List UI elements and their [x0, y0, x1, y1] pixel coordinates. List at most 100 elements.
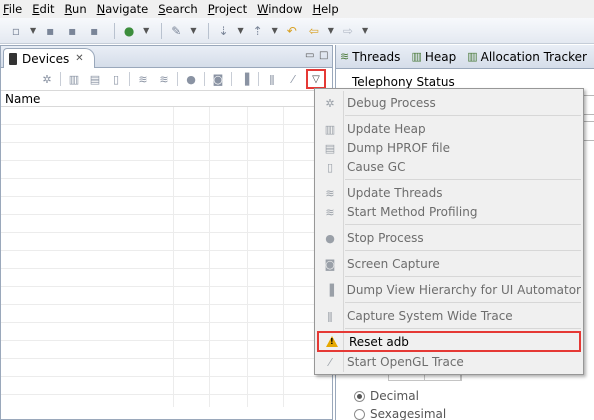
menu-separator — [345, 276, 581, 277]
print-icon[interactable]: ▪ — [86, 23, 102, 39]
close-icon[interactable]: ✕ — [75, 53, 83, 64]
update-threads-icon[interactable]: ≋ — [135, 71, 151, 87]
radio-decimal[interactable]: Decimal — [354, 389, 419, 403]
column-divider — [247, 107, 248, 407]
maximize-icon[interactable]: □ — [319, 50, 328, 61]
menu-navigate[interactable]: Navigate — [97, 2, 149, 16]
back-dropdown-icon[interactable]: ▼ — [328, 26, 334, 35]
menu-edit[interactable]: Edit — [32, 2, 54, 16]
update-threads-icon: ≋ — [325, 186, 335, 200]
bug-icon: ✲ — [325, 96, 335, 110]
new-dropdown-icon[interactable]: ▼ — [30, 26, 36, 35]
update-heap-icon[interactable]: ▥ — [66, 71, 82, 87]
tab-devices[interactable]: Devices ✕ — [3, 48, 95, 68]
trash-icon[interactable]: ▯ — [108, 71, 124, 87]
menu-item-screen-capture[interactable]: ◙ Screen Capture — [317, 254, 581, 274]
last-edit-icon[interactable]: ↶ — [284, 23, 300, 39]
next-annotation-icon[interactable]: ⇣ — [215, 23, 231, 39]
toolbar-separator — [258, 72, 259, 86]
pen-dropdown-icon[interactable]: ▼ — [190, 26, 196, 35]
menu-item-capture-system-trace[interactable]: ǁ Capture System Wide Trace — [317, 306, 581, 326]
opengl-trace-icon[interactable]: ⁄ — [285, 71, 301, 87]
radio-button-icon — [354, 408, 365, 420]
stop-icon[interactable]: ● — [183, 71, 199, 87]
forward-dropdown-icon[interactable]: ▼ — [362, 26, 368, 35]
debug-icon[interactable]: ✲ — [39, 71, 55, 87]
menu-run[interactable]: Run — [65, 2, 87, 16]
new-icon[interactable]: ▫ — [8, 23, 24, 39]
camera-icon[interactable]: ◙ — [210, 71, 226, 87]
menu-item-dump-hprof[interactable]: ▤ Dump HPROF file — [317, 138, 581, 158]
radio-button-icon — [354, 390, 365, 402]
menu-item-debug-process[interactable]: ✲ Debug Process — [317, 93, 581, 113]
prev-annotation-icon[interactable]: ⇡ — [250, 23, 266, 39]
devices-view-menu: ✲ Debug Process ▥ Update Heap ▤ Dump HPR… — [314, 88, 584, 375]
dump-hprof-icon[interactable]: ▤ — [87, 71, 103, 87]
menu-search[interactable]: Search — [158, 2, 198, 16]
toolbar-separator — [177, 72, 178, 86]
column-divider — [209, 107, 210, 407]
menu-separator — [345, 250, 581, 251]
minimize-icon[interactable]: ▭ — [305, 50, 314, 61]
toolbar-separator — [129, 72, 130, 86]
menu-separator — [345, 179, 581, 180]
device-table[interactable] — [1, 107, 332, 407]
menu-help[interactable]: Help — [312, 2, 338, 16]
systrace-icon: ǁ — [327, 309, 333, 323]
prev-annotation-dropdown-icon[interactable]: ▼ — [272, 26, 278, 35]
menu-bar: File Edit Run Navigate Search Project Wi… — [0, 0, 594, 18]
threads-icon: ≋ — [340, 50, 350, 63]
stop-icon: ● — [325, 231, 335, 245]
menu-item-stop-process[interactable]: ● Stop Process — [317, 228, 581, 248]
column-divider — [283, 107, 284, 407]
menu-separator — [345, 115, 581, 116]
menu-file[interactable]: File — [3, 2, 22, 16]
telephony-status-label: Telephony Status — [352, 75, 455, 89]
save-icon[interactable]: ▪ — [42, 23, 58, 39]
tab-threads[interactable]: ≋ Threads — [340, 50, 400, 64]
toolbar-separator — [231, 72, 232, 86]
menu-item-update-threads[interactable]: ≋ Update Threads — [317, 183, 581, 203]
menu-separator — [345, 302, 581, 303]
phone-icon — [9, 52, 17, 65]
toolbar-separator — [161, 22, 163, 39]
method-profiling-icon[interactable]: ≋ — [156, 71, 172, 87]
method-profiling-icon: ≋ — [325, 205, 335, 219]
systrace-icon[interactable]: ǁ — [264, 71, 280, 87]
menu-window[interactable]: Window — [257, 2, 302, 16]
forward-icon[interactable]: ⇨ — [340, 23, 356, 39]
toolbar-separator — [114, 22, 116, 39]
menu-project[interactable]: Project — [208, 2, 247, 16]
menu-separator — [345, 224, 581, 225]
view-hierarchy-icon[interactable]: ▐ — [237, 71, 253, 87]
menu-item-reset-adb[interactable]: Reset adb — [317, 331, 581, 352]
trash-icon: ▯ — [326, 160, 334, 174]
warning-icon — [319, 336, 345, 347]
menu-item-cause-gc[interactable]: ▯ Cause GC — [317, 157, 581, 177]
view-menu-icon[interactable]: ▽ — [306, 69, 326, 89]
run-dropdown-icon[interactable]: ▼ — [143, 26, 149, 35]
run-icon[interactable]: ● — [121, 23, 137, 39]
radio-decimal-label: Decimal — [370, 389, 419, 403]
toolbar-separator — [204, 72, 205, 86]
tab-allocation-tracker[interactable]: ▥ Allocation Tracker — [467, 50, 587, 64]
save-all-icon[interactable]: ▪ — [64, 23, 80, 39]
radio-sexagesimal[interactable]: Sexagesimal — [354, 407, 446, 420]
menu-item-start-opengl-trace[interactable]: ⁄ Start OpenGL Trace — [317, 352, 581, 372]
column-divider — [173, 107, 174, 407]
menu-item-start-method-profiling[interactable]: ≋ Start Method Profiling — [317, 202, 581, 222]
pen-icon[interactable]: ✎ — [168, 23, 184, 39]
toolbar-separator — [60, 72, 61, 86]
back-icon[interactable]: ⇦ — [306, 23, 322, 39]
next-annotation-dropdown-icon[interactable]: ▼ — [237, 26, 243, 35]
toolbar-separator — [208, 22, 210, 39]
column-header-name[interactable]: Name — [1, 90, 332, 107]
update-heap-icon: ▥ — [324, 122, 336, 136]
tab-devices-label: Devices — [22, 51, 70, 66]
tab-heap[interactable]: ▥ Heap — [411, 50, 456, 64]
menu-item-update-heap[interactable]: ▥ Update Heap — [317, 119, 581, 139]
menu-separator — [345, 328, 581, 329]
devices-tab-bar: Devices ✕ ▭ □ — [1, 46, 332, 68]
menu-item-dump-view-hierarchy[interactable]: ▐ Dump View Hierarchy for UI Automator — [317, 280, 581, 300]
main-toolbar: ▫ ▼ ▪ ▪ ▪ ● ▼ ✎ ▼ ⇣ ▼ ⇡ ▼ ↶ ⇦ ▼ ⇨ ▼ — [0, 18, 594, 44]
